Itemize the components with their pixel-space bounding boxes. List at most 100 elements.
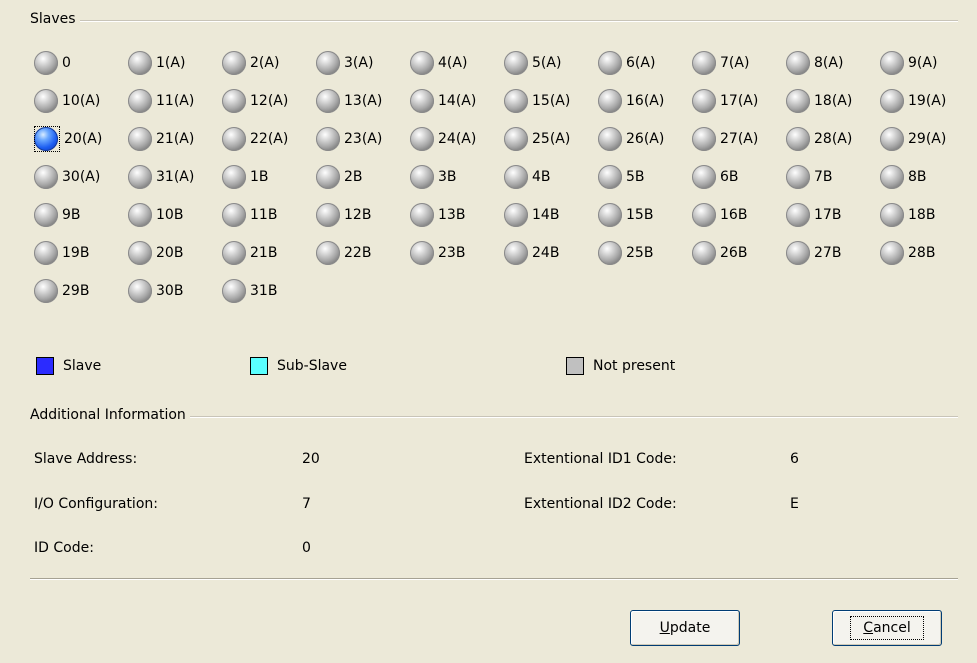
slave-indicator[interactable]: 12(A) bbox=[222, 88, 316, 114]
slave-indicator[interactable]: 0 bbox=[34, 50, 128, 76]
slave-led-icon bbox=[692, 89, 716, 113]
slave-led-icon bbox=[692, 165, 716, 189]
slave-indicator[interactable]: 1B bbox=[222, 164, 316, 190]
slave-indicator[interactable]: 31B bbox=[222, 278, 316, 304]
slave-indicator[interactable]: 9B bbox=[34, 202, 128, 228]
slave-indicator[interactable]: 29(A) bbox=[880, 126, 974, 152]
slave-indicator[interactable]: 12B bbox=[316, 202, 410, 228]
slave-indicator[interactable]: 22B bbox=[316, 240, 410, 266]
slave-indicator[interactable]: 25(A) bbox=[504, 126, 598, 152]
slave-indicator[interactable]: 4B bbox=[504, 164, 598, 190]
slave-indicator[interactable]: 8(A) bbox=[786, 50, 880, 76]
slave-indicator[interactable]: 18(A) bbox=[786, 88, 880, 114]
slave-led-icon bbox=[128, 51, 152, 75]
slave-indicator-label: 30B bbox=[156, 283, 184, 299]
slave-led-icon bbox=[504, 203, 528, 227]
slave-indicator[interactable]: 14B bbox=[504, 202, 598, 228]
slave-indicator[interactable]: 16(A) bbox=[598, 88, 692, 114]
slave-indicator-label: 28(A) bbox=[814, 131, 853, 147]
slave-indicator[interactable]: 3B bbox=[410, 164, 504, 190]
slave-indicator[interactable]: 26(A) bbox=[598, 126, 692, 152]
slave-led-icon bbox=[410, 241, 434, 265]
slave-led-icon bbox=[316, 89, 340, 113]
slave-indicator[interactable]: 18B bbox=[880, 202, 974, 228]
slave-indicator[interactable]: 6(A) bbox=[598, 50, 692, 76]
slave-indicator[interactable]: 13B bbox=[410, 202, 504, 228]
slave-indicator[interactable]: 3(A) bbox=[316, 50, 410, 76]
slave-indicator[interactable]: 2B bbox=[316, 164, 410, 190]
not-present-swatch-icon bbox=[566, 357, 584, 375]
slave-led-icon bbox=[692, 241, 716, 265]
slave-indicator[interactable]: 27B bbox=[786, 240, 880, 266]
slave-indicator[interactable]: 15(A) bbox=[504, 88, 598, 114]
slave-indicator[interactable]: 20(A) bbox=[34, 126, 102, 152]
slave-indicator-label: 24(A) bbox=[438, 131, 477, 147]
slave-indicator[interactable]: 24B bbox=[504, 240, 598, 266]
update-button[interactable]: Update bbox=[630, 610, 740, 646]
slave-indicator[interactable]: 19B bbox=[34, 240, 128, 266]
slave-indicator[interactable]: 9(A) bbox=[880, 50, 974, 76]
slave-indicator[interactable]: 22(A) bbox=[222, 126, 316, 152]
slave-indicator[interactable]: 17B bbox=[786, 202, 880, 228]
slave-indicator[interactable]: 10(A) bbox=[34, 88, 128, 114]
slave-led-icon bbox=[692, 51, 716, 75]
slave-indicator[interactable]: 1(A) bbox=[128, 50, 222, 76]
slave-indicator[interactable]: 20B bbox=[128, 240, 222, 266]
slave-indicator[interactable]: 7(A) bbox=[692, 50, 786, 76]
slave-indicator[interactable]: 21B bbox=[222, 240, 316, 266]
slave-led-icon bbox=[410, 51, 434, 75]
slave-led-icon bbox=[786, 241, 810, 265]
slave-indicator-label: 1B bbox=[250, 169, 269, 185]
slave-indicator[interactable]: 15B bbox=[598, 202, 692, 228]
slave-indicator[interactable]: 6B bbox=[692, 164, 786, 190]
slave-indicator[interactable]: 23B bbox=[410, 240, 504, 266]
slave-indicator-label: 26(A) bbox=[626, 131, 665, 147]
slave-indicator[interactable]: 27(A) bbox=[692, 126, 786, 152]
slave-led-icon bbox=[222, 51, 246, 75]
cancel-button[interactable]: Cancel bbox=[832, 610, 942, 646]
slave-indicator[interactable]: 21(A) bbox=[128, 126, 222, 152]
slave-indicator[interactable]: 26B bbox=[692, 240, 786, 266]
slave-indicator[interactable]: 16B bbox=[692, 202, 786, 228]
slave-led-icon bbox=[786, 127, 810, 151]
slave-indicator[interactable]: 7B bbox=[786, 164, 880, 190]
slave-indicator[interactable]: 11(A) bbox=[128, 88, 222, 114]
slave-indicator[interactable]: 23(A) bbox=[316, 126, 410, 152]
slave-led-icon bbox=[128, 241, 152, 265]
slave-indicator[interactable]: 11B bbox=[222, 202, 316, 228]
slave-indicator[interactable]: 14(A) bbox=[410, 88, 504, 114]
legend-not-present: Not present bbox=[566, 357, 675, 375]
slave-indicator-label: 31B bbox=[250, 283, 278, 299]
slave-led-icon bbox=[598, 241, 622, 265]
slave-indicator[interactable]: 13(A) bbox=[316, 88, 410, 114]
slave-indicator[interactable]: 4(A) bbox=[410, 50, 504, 76]
slave-indicator[interactable]: 29B bbox=[34, 278, 128, 304]
slave-led-icon bbox=[504, 89, 528, 113]
slave-address-label: Slave Address: bbox=[34, 451, 138, 467]
slave-indicator[interactable]: 28(A) bbox=[786, 126, 880, 152]
slave-indicator-label: 3(A) bbox=[344, 55, 374, 71]
slave-indicator[interactable]: 8B bbox=[880, 164, 974, 190]
slave-led-icon bbox=[504, 241, 528, 265]
slave-indicator[interactable]: 19(A) bbox=[880, 88, 974, 114]
slave-indicator-label: 13(A) bbox=[344, 93, 383, 109]
slave-indicator[interactable]: 31(A) bbox=[128, 164, 222, 190]
slave-indicator-label: 17B bbox=[814, 207, 842, 223]
slave-indicator[interactable]: 30(A) bbox=[34, 164, 128, 190]
slave-indicator[interactable]: 17(A) bbox=[692, 88, 786, 114]
slave-indicator[interactable]: 2(A) bbox=[222, 50, 316, 76]
slave-indicator-label: 27B bbox=[814, 245, 842, 261]
slave-indicator-label: 5(A) bbox=[532, 55, 562, 71]
slave-indicator[interactable]: 24(A) bbox=[410, 126, 504, 152]
slave-indicator-label: 6B bbox=[720, 169, 739, 185]
legend-slave-label: Slave bbox=[63, 358, 102, 374]
slave-indicator[interactable]: 5B bbox=[598, 164, 692, 190]
slave-indicator[interactable]: 25B bbox=[598, 240, 692, 266]
slave-indicator[interactable]: 28B bbox=[880, 240, 974, 266]
slave-indicator[interactable]: 10B bbox=[128, 202, 222, 228]
slave-indicator[interactable]: 5(A) bbox=[504, 50, 598, 76]
slave-indicator-label: 4(A) bbox=[438, 55, 468, 71]
slave-led-icon bbox=[316, 203, 340, 227]
slave-led-icon bbox=[410, 89, 434, 113]
slave-indicator[interactable]: 30B bbox=[128, 278, 222, 304]
